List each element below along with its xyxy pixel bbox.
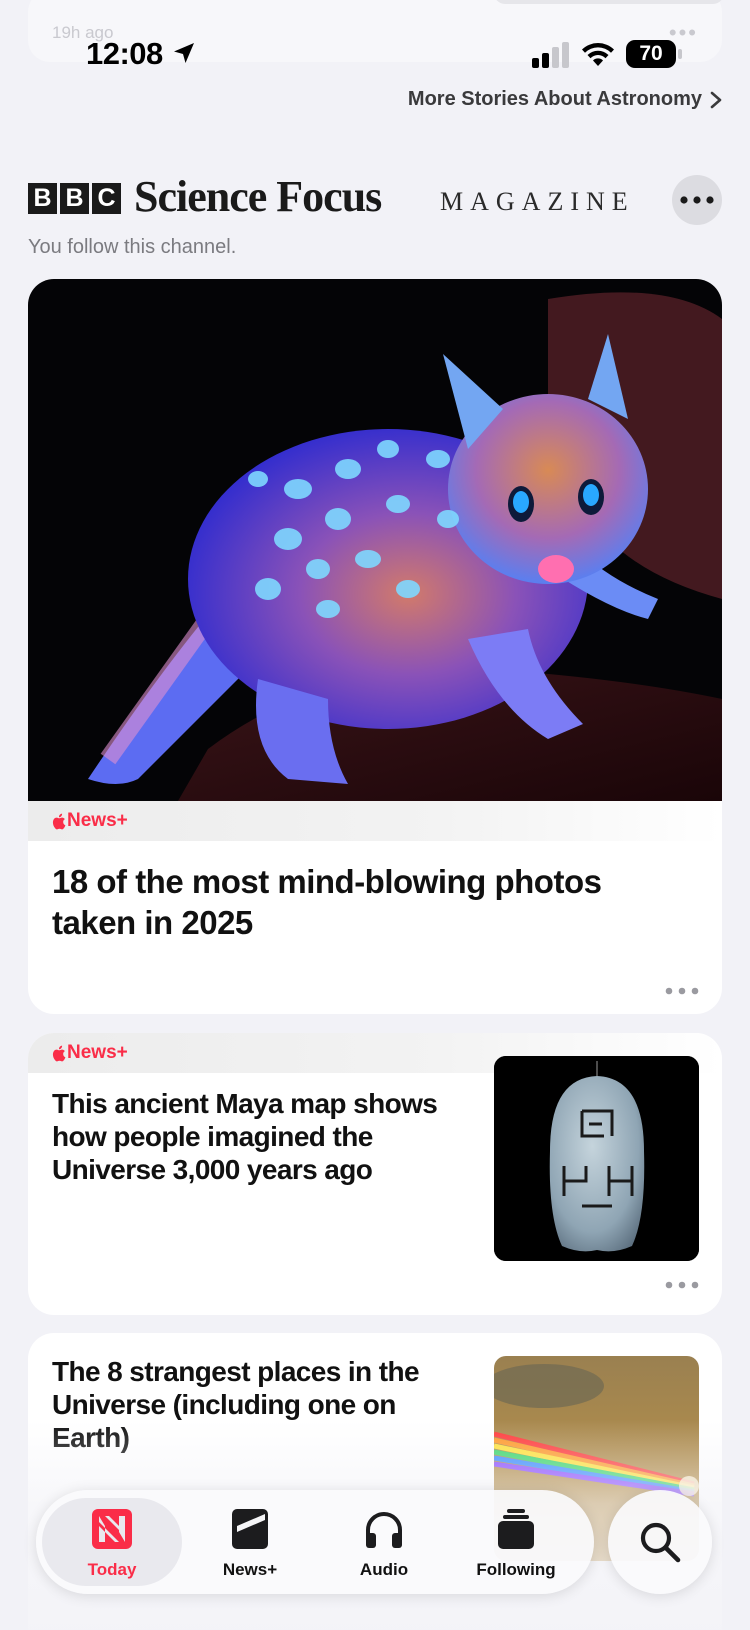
- story-more-options-button[interactable]: [664, 979, 700, 1002]
- ellipsis-icon: [665, 987, 699, 995]
- story-more-options-button[interactable]: [664, 1273, 700, 1296]
- status-time: 12:08: [86, 36, 163, 71]
- apple-logo-icon: [52, 1045, 66, 1061]
- search-button[interactable]: [608, 1490, 712, 1594]
- news-plus-badge-label: News+: [67, 1042, 128, 1063]
- news-plus-badge-label: News+: [67, 810, 128, 831]
- battery-cap: [678, 49, 682, 59]
- tab-label: Audio: [359, 1560, 409, 1579]
- search-icon: [640, 1522, 681, 1563]
- battery-indicator: 70: [626, 40, 684, 68]
- status-bar: 12:08 70: [0, 36, 750, 76]
- news-plus-strip: News+: [28, 801, 722, 841]
- bbc-letter-b2: B: [60, 183, 89, 214]
- story-image-fluorescent-quoll: [28, 279, 722, 801]
- news-plus-badge: News+: [51, 810, 128, 832]
- location-arrow-icon: [174, 43, 194, 63]
- following-icon: [498, 1509, 534, 1549]
- cellular-signal-icon: [532, 42, 569, 68]
- tab-label: News+: [222, 1560, 278, 1579]
- ellipsis-icon: [680, 196, 714, 204]
- previous-card-image-edge: [494, 0, 724, 4]
- news-today-icon: [92, 1509, 132, 1549]
- ellipsis-icon: [665, 1281, 699, 1289]
- story-card-maya-map[interactable]: News+ This ancient Maya map shows how pe…: [28, 1033, 722, 1315]
- apple-logo-icon: [52, 813, 66, 829]
- tab-bar: Today News+ Audio Following: [36, 1490, 594, 1594]
- chevron-right-icon: [710, 91, 722, 108]
- tab-label: Following: [476, 1560, 556, 1579]
- more-stories-label: More Stories About Astronomy: [407, 88, 702, 110]
- channel-more-button[interactable]: [672, 175, 722, 225]
- news-plus-badge: News+: [51, 1042, 128, 1064]
- story-card-featured[interactable]: News+ 18 of the most mind-blowing photos…: [28, 279, 722, 1014]
- tab-label: Today: [87, 1560, 137, 1579]
- battery-level: 70: [626, 40, 676, 68]
- tab-today[interactable]: Today: [36, 1490, 182, 1594]
- news-plus-icon: [232, 1509, 268, 1549]
- bbc-letter-b1: B: [28, 183, 57, 214]
- bbc-letter-c: C: [92, 183, 121, 214]
- follow-status: You follow this channel.: [28, 236, 237, 258]
- story-headline: This ancient Maya map shows how people i…: [52, 1088, 438, 1185]
- channel-subtitle: MAGAZINE: [440, 187, 635, 216]
- headphones-icon: [366, 1512, 402, 1548]
- bbc-logo: B B C: [28, 183, 121, 214]
- channel-name: Science Focus: [134, 172, 382, 221]
- wifi-icon: [582, 43, 614, 66]
- story-headline: 18 of the most mind-blowing photos taken…: [52, 863, 602, 941]
- more-stories-link[interactable]: More Stories About Astronomy: [408, 88, 722, 111]
- tab-audio[interactable]: Audio: [314, 1490, 454, 1594]
- tab-following[interactable]: Following: [446, 1490, 586, 1594]
- channel-header[interactable]: B B C Science Focus MAGAZINE: [28, 172, 722, 235]
- story-image-maya-jade-pendant: [494, 1056, 699, 1261]
- tab-news-plus[interactable]: News+: [180, 1490, 320, 1594]
